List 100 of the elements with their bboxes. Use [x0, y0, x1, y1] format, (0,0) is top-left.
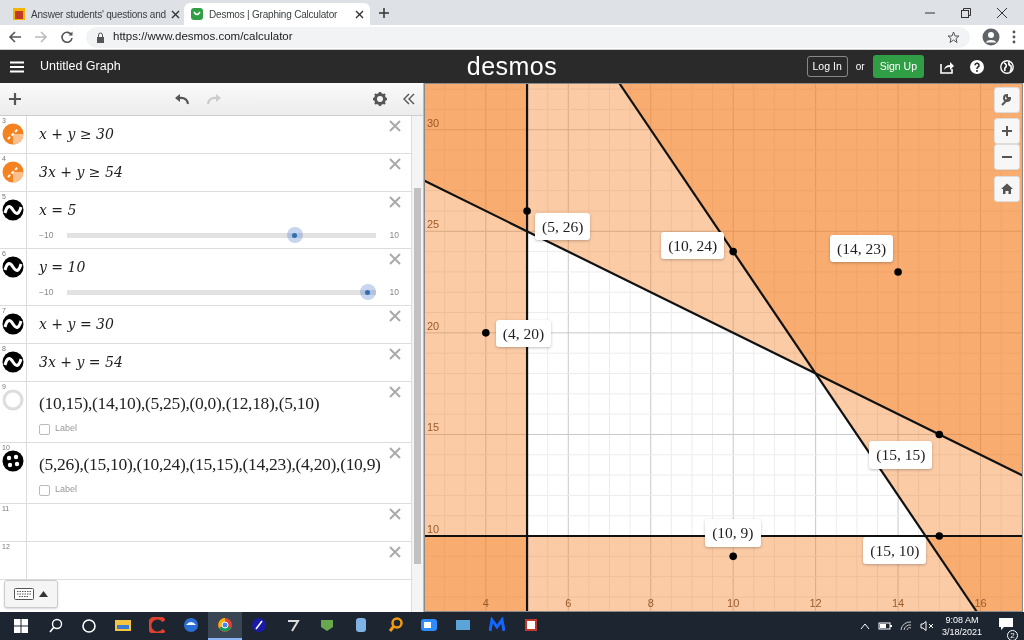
collapse-icon[interactable] — [403, 93, 415, 105]
close-icon[interactable] — [170, 9, 180, 19]
expression-text[interactable]: x + y ≥ 30 — [39, 124, 399, 145]
restore-icon[interactable] — [960, 6, 972, 19]
expression-text[interactable]: (10,15),(14,10),(5,25),(0,0),(12,18),(5,10) — [39, 390, 399, 417]
notification-count: 2 — [1007, 630, 1018, 640]
zoom-out-button[interactable] — [994, 144, 1020, 170]
scrollbar[interactable] — [411, 116, 423, 612]
battery-icon[interactable] — [877, 621, 892, 631]
app-icon — [251, 617, 267, 633]
or-text: or — [855, 60, 865, 74]
app-icon — [353, 617, 369, 633]
tab-title: Answer students' questions and — [31, 7, 166, 22]
app-icon — [115, 617, 131, 633]
checkbox[interactable] — [39, 423, 50, 435]
keyboard-icon — [14, 588, 34, 600]
point-label: (15, 15) — [869, 441, 933, 469]
tab-title: Desmos | Graphing Calculator — [209, 7, 339, 22]
axis-label: 6 — [565, 597, 572, 609]
app-icon — [387, 617, 403, 633]
axis-label: 4 — [482, 597, 489, 609]
axis-label: 14 — [891, 597, 905, 609]
axis-label: 15 — [427, 421, 440, 434]
expression-text[interactable]: x + y = 30 — [39, 314, 399, 335]
browser-tab[interactable]: Desmos | Graphing Calculator — [184, 3, 370, 25]
expression-text[interactable]: y = 10 — [39, 257, 399, 278]
lock-icon — [96, 31, 105, 43]
slider-min: −10 — [39, 228, 54, 242]
more-icon[interactable] — [1012, 30, 1016, 44]
settings-icon[interactable] — [373, 92, 387, 106]
wrench-button[interactable] — [994, 87, 1020, 113]
point-label: (4, 20) — [495, 319, 552, 348]
notification-icon[interactable] — [998, 617, 1014, 631]
expression-text[interactable]: 3x + y = 54 — [39, 352, 399, 373]
star-icon[interactable] — [947, 30, 960, 44]
point-label: (15, 10) — [863, 537, 927, 565]
back-icon[interactable] — [8, 30, 22, 44]
url-text: https://www.desmos.com/calculator — [113, 29, 294, 45]
checkbox-label: Label — [55, 483, 78, 497]
new-tab-icon[interactable] — [378, 6, 390, 19]
zoom-in-icon — [1000, 124, 1014, 138]
reload-icon[interactable] — [60, 30, 74, 44]
wifi-icon[interactable] — [899, 621, 912, 631]
add-icon[interactable] — [8, 92, 22, 106]
app-icon — [319, 617, 335, 633]
menu-icon[interactable] — [10, 60, 24, 73]
clock-time: 9:08 AM — [944, 614, 980, 626]
graph-point[interactable] — [729, 247, 737, 256]
address-bar[interactable]: https://www.desmos.com/calculator — [86, 26, 970, 48]
checkbox-label: Label — [55, 422, 78, 436]
clock-date: 3/18/2021 — [941, 626, 982, 638]
graph-point[interactable] — [729, 552, 737, 561]
caret-icon — [39, 591, 48, 597]
share-icon[interactable] — [940, 59, 954, 74]
point-label: (14, 23) — [830, 234, 894, 263]
profile-icon[interactable] — [982, 28, 1000, 46]
point-label: (10, 24) — [661, 231, 725, 259]
close-icon[interactable] — [355, 9, 364, 19]
app-icon — [285, 617, 301, 633]
app-icon — [183, 617, 199, 633]
graph-point[interactable] — [894, 268, 902, 276]
keyboard-button[interactable] — [4, 580, 58, 608]
favicon-icon — [190, 7, 204, 21]
axis-label: 10 — [427, 523, 440, 535]
axis-label: 30 — [427, 116, 440, 129]
expression-text[interactable]: x = 5 — [39, 200, 399, 221]
logo: desmos — [466, 51, 558, 82]
checkbox[interactable] — [39, 484, 50, 496]
graph-point[interactable] — [482, 329, 490, 337]
slider-thumb[interactable] — [359, 284, 376, 300]
graph-point[interactable] — [523, 207, 531, 215]
graph-point[interactable] — [935, 532, 944, 540]
expression-text[interactable]: 3x + y ≥ 54 — [39, 162, 399, 183]
graph-title: Untitled Graph — [40, 58, 121, 76]
home-icon — [1000, 182, 1014, 196]
slider-max: 10 — [389, 285, 399, 299]
home-button[interactable] — [994, 176, 1020, 202]
app-icon — [489, 617, 505, 633]
app-icon — [217, 617, 233, 633]
expression-text[interactable]: (5,26),(15,10),(10,24),(15,15),(14,23),(4,20),(10,9) — [39, 451, 399, 478]
slider-max: 10 — [389, 228, 399, 242]
volume-muted-icon[interactable] — [919, 621, 934, 631]
taskbar-app[interactable] — [208, 612, 242, 640]
browser-tab[interactable]: Answer students' questions and — [6, 3, 184, 25]
wrench-icon — [1000, 93, 1014, 107]
app-icon — [523, 617, 539, 633]
close-icon[interactable] — [996, 6, 1008, 19]
point-label: (5, 26) — [535, 212, 591, 241]
app-icon — [455, 617, 471, 633]
graph-point[interactable] — [935, 430, 944, 439]
app-icon — [149, 617, 165, 633]
chevron-up-icon[interactable] — [859, 622, 870, 630]
undo-icon[interactable] — [173, 93, 190, 105]
slider-thumb[interactable] — [286, 227, 303, 243]
zoom-in-button[interactable] — [994, 118, 1020, 144]
login-button[interactable]: Log In — [806, 55, 848, 78]
help-icon[interactable] — [970, 59, 984, 74]
point-label: (10, 9) — [705, 519, 761, 547]
axis-label: 12 — [809, 597, 822, 609]
globe-icon[interactable] — [1000, 59, 1014, 74]
